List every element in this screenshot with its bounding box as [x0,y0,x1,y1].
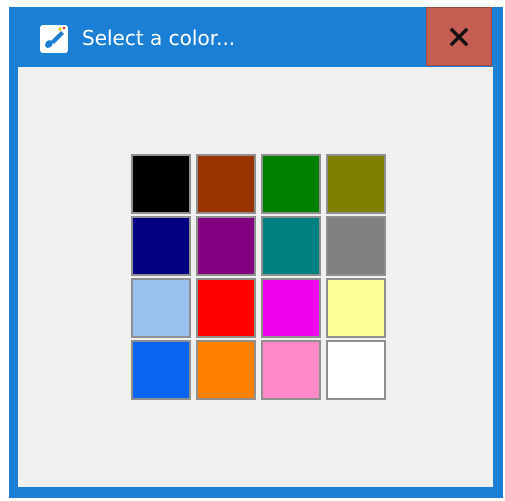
color-swatch-white[interactable] [326,340,386,400]
color-swatch-black[interactable] [131,154,191,214]
color-swatch-teal[interactable] [261,216,321,276]
color-swatch-brown[interactable] [196,154,256,214]
color-swatch-light-blue[interactable] [131,278,191,338]
dialog-body [18,67,493,487]
color-picker-dialog: Select a color... [9,7,503,498]
color-swatch-red[interactable] [196,278,256,338]
color-swatch-purple[interactable] [196,216,256,276]
color-swatch-green[interactable] [261,154,321,214]
color-swatch-orange[interactable] [196,340,256,400]
dialog-title: Select a color... [82,26,236,50]
color-swatch-grid [131,154,387,404]
paint-brush-icon [39,24,69,54]
color-swatch-blue[interactable] [131,340,191,400]
color-swatch-gray[interactable] [326,216,386,276]
color-swatch-light-yellow[interactable] [326,278,386,338]
color-swatch-pink[interactable] [261,340,321,400]
color-swatch-olive[interactable] [326,154,386,214]
close-button[interactable] [426,7,492,66]
color-swatch-navy[interactable] [131,216,191,276]
close-icon [427,8,491,65]
color-swatch-magenta[interactable] [261,278,321,338]
title-bar[interactable]: Select a color... [9,7,503,67]
